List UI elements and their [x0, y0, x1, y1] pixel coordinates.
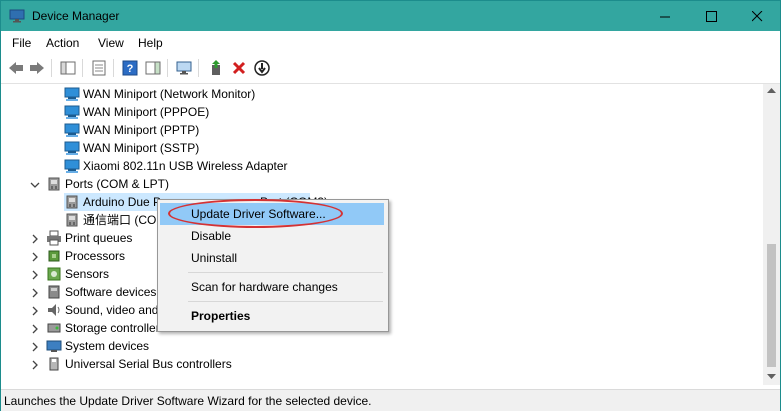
title-bar[interactable]: Device Manager — [1, 1, 780, 31]
maximize-icon — [705, 10, 717, 22]
toolbar-separator — [51, 59, 52, 77]
menu-help[interactable]: Help — [138, 36, 163, 50]
tree-item-label: Processors — [65, 249, 126, 263]
tree-item-label: WAN Miniport (Network Monitor) — [83, 87, 256, 101]
scrollbar-thumb[interactable] — [767, 244, 776, 367]
chevron-right-icon[interactable] — [30, 270, 40, 280]
network-adapter-icon — [64, 159, 80, 173]
scroll-down-icon[interactable] — [767, 374, 776, 380]
menu-bar: File Action View Help — [1, 31, 780, 53]
menu-item-disable[interactable]: Disable — [160, 225, 384, 247]
device-manager-icon — [9, 9, 25, 23]
menu-item-uninstall[interactable]: Uninstall — [160, 247, 384, 269]
show-hide-tree-icon[interactable] — [59, 59, 77, 77]
status-bar: Launches the Update Driver Software Wiza… — [1, 389, 780, 411]
annotation-ellipse — [168, 199, 343, 228]
help-icon[interactable]: ? — [121, 59, 139, 77]
chevron-right-icon[interactable] — [30, 252, 40, 262]
network-adapter-icon — [64, 87, 80, 101]
menu-file[interactable]: File — [12, 36, 31, 50]
tree-item-label: WAN Miniport (SSTP) — [83, 141, 200, 155]
menu-separator — [188, 301, 383, 302]
chevron-right-icon[interactable] — [30, 360, 40, 370]
toolbar-separator — [113, 59, 114, 77]
menu-item-label: Uninstall — [191, 251, 238, 265]
svg-text:?: ? — [127, 63, 134, 75]
vertical-scrollbar[interactable] — [763, 84, 780, 385]
tree-item-label: Sound, video and — [65, 303, 159, 317]
chevron-right-icon[interactable] — [30, 234, 40, 244]
forward-arrow-icon[interactable] — [28, 59, 46, 77]
network-adapter-icon — [64, 105, 80, 119]
menu-separator — [188, 272, 383, 273]
speaker-icon — [48, 304, 60, 316]
port-connector-icon — [66, 213, 78, 227]
menu-item-label: Properties — [191, 309, 251, 323]
menu-item-label: Disable — [191, 229, 232, 243]
toolbar-separator — [167, 59, 168, 77]
tree-item-label: Arduino Due P — [83, 195, 162, 209]
window-title: Device Manager — [32, 9, 120, 23]
toolbar-separator — [198, 59, 199, 77]
chevron-right-icon[interactable] — [30, 342, 40, 352]
printer-icon — [47, 230, 61, 246]
tree-item-label: WAN Miniport (PPPOE) — [83, 105, 210, 119]
back-arrow-icon[interactable] — [7, 59, 25, 77]
tree-item-label: System devices — [65, 339, 150, 353]
menu-item-properties[interactable]: Properties — [160, 305, 384, 327]
disable-device-icon[interactable] — [253, 59, 271, 77]
chevron-right-icon[interactable] — [30, 288, 40, 298]
network-adapter-icon — [64, 141, 80, 155]
update-driver-icon[interactable] — [207, 59, 225, 77]
maximize-button[interactable] — [688, 1, 734, 31]
tree-item-label: Print queues — [65, 231, 133, 245]
tree-item-label: Xiaomi 802.11n USB Wireless Adapter — [83, 159, 288, 173]
tree-item-label: Sensors — [65, 267, 110, 281]
menu-action[interactable]: Action — [46, 36, 79, 50]
processor-chip-icon — [48, 250, 60, 262]
device-manager-window: Device Manager File Action View Help ? W… — [0, 0, 781, 411]
tree-item-label: Storage controllers — [65, 321, 166, 335]
tree-item-label: Software devices — [65, 285, 157, 299]
tree-item-label: Ports (COM & LPT) — [65, 177, 170, 191]
properties-sheet-icon[interactable] — [90, 59, 108, 77]
menu-item-scan-hardware[interactable]: Scan for hardware changes — [160, 276, 384, 298]
usb-icon — [49, 357, 59, 371]
minimize-icon — [659, 16, 670, 17]
minimize-button[interactable] — [642, 1, 688, 31]
status-text: Launches the Update Driver Software Wiza… — [4, 394, 372, 408]
scan-hardware-icon[interactable] — [175, 59, 193, 77]
chevron-right-icon[interactable] — [30, 306, 40, 316]
software-device-icon — [48, 285, 60, 299]
tree-item-label: WAN Miniport (PPTP) — [83, 123, 200, 137]
scroll-up-icon[interactable] — [767, 88, 776, 94]
tree-item-label: Universal Serial Bus controllers — [65, 357, 232, 371]
network-adapter-icon — [64, 123, 80, 137]
menu-view[interactable]: View — [98, 36, 124, 50]
uninstall-icon[interactable] — [230, 59, 248, 77]
port-connector-icon — [48, 177, 60, 191]
storage-controller-icon — [47, 323, 61, 333]
port-connector-icon — [66, 195, 78, 209]
chevron-right-icon[interactable] — [30, 324, 40, 334]
system-device-icon — [46, 340, 62, 352]
toolbar: ? — [1, 53, 780, 84]
close-button[interactable] — [734, 1, 780, 31]
menu-item-label: Scan for hardware changes — [191, 280, 338, 294]
toolbar-separator — [82, 59, 83, 77]
close-icon — [751, 10, 762, 21]
tree-item-label: 通信端口 (CO — [83, 213, 157, 227]
chevron-down-icon[interactable] — [30, 180, 40, 190]
action-pane-icon[interactable] — [144, 59, 162, 77]
sensor-icon — [47, 267, 61, 281]
